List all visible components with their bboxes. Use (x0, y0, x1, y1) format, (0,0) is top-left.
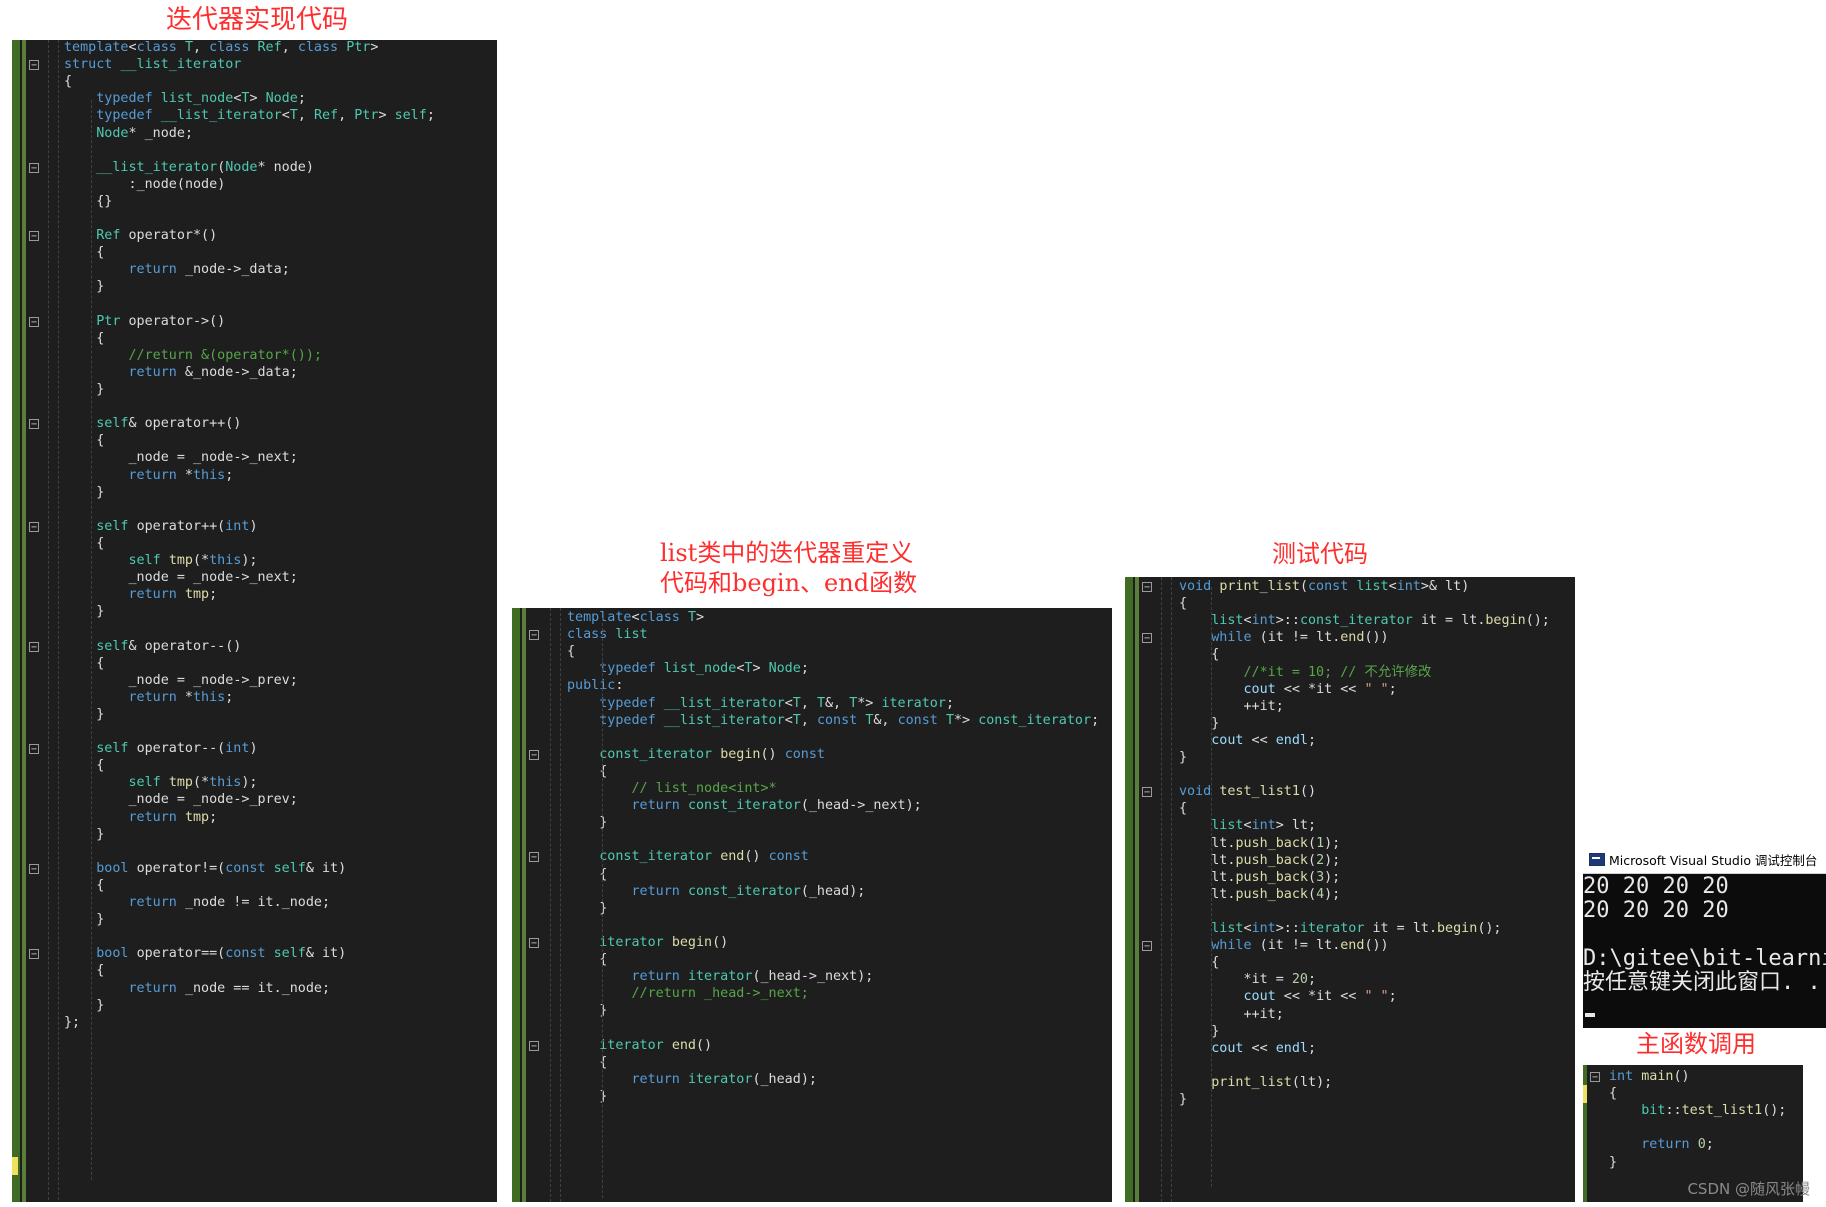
fold-toggle-icon[interactable]: − (29, 744, 39, 755)
code-panel-iterator: − − − − − − − − − − template<class T, class Ref, … (12, 40, 497, 1202)
fold-toggle-icon[interactable]: − (29, 316, 39, 327)
caption-list-iterator-redef: list类中的迭代器重定义 代码和begin、end函数 (660, 539, 918, 597)
indent-guide (58, 40, 59, 1200)
code-line[interactable]: } (64, 910, 104, 930)
code-line[interactable]: Node* _node; (64, 124, 193, 144)
fold-toggle-icon[interactable]: − (529, 852, 539, 863)
fold-toggle-icon[interactable]: − (1142, 582, 1152, 593)
code-line[interactable]: return 0; (1609, 1135, 1714, 1155)
indent-guide (1171, 577, 1172, 1202)
code-line[interactable]: print_list(lt); (1179, 1073, 1332, 1093)
code-line[interactable]: bit::test_list1(); (1609, 1101, 1786, 1121)
fold-toggle-icon[interactable]: − (1590, 1072, 1600, 1083)
console-title: Microsoft Visual Studio 调试控制台 (1609, 853, 1818, 868)
code-line[interactable]: typedef __list_iterator<T, const T&, con… (567, 711, 1099, 731)
fold-toggle-icon[interactable]: − (529, 937, 539, 948)
code-line[interactable]: } (64, 380, 104, 400)
code-line[interactable]: } (64, 277, 104, 297)
change-margin-secondary (522, 608, 526, 1202)
code-area[interactable]: template<class T> class list{ typedef lis… (567, 608, 1112, 1202)
caption-iterator-impl: 迭代器实现代码 (166, 5, 349, 35)
fold-toggle-icon[interactable]: − (29, 521, 39, 532)
code-line[interactable]: } (1609, 1153, 1617, 1173)
code-line[interactable]: return const_iterator(_head); (567, 882, 866, 902)
fold-toggle-icon[interactable]: − (529, 1040, 539, 1051)
code-line[interactable]: void test_list1() (1179, 782, 1316, 802)
fold-toggle-icon[interactable]: − (1142, 787, 1152, 798)
indent-guide (91, 100, 92, 1180)
fold-column[interactable]: − − − − − − − − − − (28, 40, 46, 1202)
code-line[interactable]: int main() (1609, 1067, 1690, 1087)
change-margin (512, 608, 520, 1202)
code-panel-list: − − − − − template<class T> class list{ typed… (512, 608, 1112, 1202)
code-line[interactable]: } (64, 825, 104, 845)
console-output: 20 20 20 20 20 20 20 20 D:\gitee\bit-lea… (1583, 874, 1826, 995)
code-panel-test: − − − − void print_list(const list<int>& lt… (1125, 577, 1575, 1202)
fold-toggle-icon[interactable]: − (29, 863, 39, 874)
code-line[interactable]: }; (64, 1013, 80, 1033)
watermark: CSDN @随风张幔 (1687, 1180, 1810, 1198)
fold-column[interactable]: − − − − − (528, 608, 546, 1202)
code-line[interactable]: lt.push_back(4); (1179, 885, 1340, 905)
console-app-icon (1589, 853, 1605, 866)
console-cursor (1585, 1013, 1595, 1017)
fold-toggle-icon[interactable]: − (529, 749, 539, 760)
code-line[interactable]: struct __list_iterator (64, 55, 241, 75)
edit-marker (12, 1157, 18, 1175)
fold-column[interactable]: − − − − (1141, 577, 1159, 1202)
indent-guide (560, 608, 561, 1202)
indent-guide (1211, 587, 1212, 1187)
change-margin-secondary (1135, 577, 1139, 1202)
edit-marker (1583, 1085, 1587, 1103)
fold-toggle-icon[interactable]: − (29, 949, 39, 960)
fold-toggle-icon[interactable]: − (29, 231, 39, 242)
code-line[interactable]: bool operator!=(const self& it) (64, 859, 346, 879)
indent-guide (550, 608, 551, 1202)
change-margin (12, 40, 20, 1202)
console-titlebar[interactable]: Microsoft Visual Studio 调试控制台 (1583, 845, 1826, 874)
code-area[interactable]: template<class T, class Ref, class Ptr> s… (64, 40, 497, 1202)
code-line[interactable]: void print_list(const list<int>& lt) (1179, 577, 1469, 597)
caption-main-call: 主函数调用 (1636, 1030, 1756, 1058)
fold-toggle-icon[interactable]: − (29, 419, 39, 430)
fold-toggle-icon[interactable]: − (29, 162, 39, 173)
change-margin-secondary (22, 40, 26, 1202)
fold-toggle-icon[interactable]: − (1142, 633, 1152, 644)
fold-column[interactable]: − (1589, 1065, 1607, 1202)
change-margin (1125, 577, 1133, 1202)
indent-guide (48, 40, 49, 1200)
fold-toggle-icon[interactable]: − (29, 641, 39, 652)
code-line[interactable]: class list (567, 625, 648, 645)
indent-guide (1161, 577, 1162, 1202)
debug-console-window[interactable]: Microsoft Visual Studio 调试控制台 20 20 20 2… (1583, 845, 1826, 1028)
fold-toggle-icon[interactable]: − (529, 630, 539, 641)
code-line[interactable]: cout << endl; (1179, 731, 1316, 751)
code-line[interactable]: } (64, 705, 104, 725)
code-line[interactable]: {} (64, 192, 112, 212)
code-line[interactable]: return const_iterator(_head->_next); (567, 796, 922, 816)
code-area[interactable]: void print_list(const list<int>& lt){ li… (1179, 577, 1575, 1202)
indent-guide (602, 618, 603, 1198)
code-line[interactable]: bool operator==(const self& it) (64, 944, 346, 964)
code-line[interactable]: cout << endl; (1179, 1039, 1316, 1059)
fold-toggle-icon[interactable]: − (29, 60, 39, 71)
fold-toggle-icon[interactable]: − (1142, 941, 1152, 952)
caption-test-code: 测试代码 (1272, 540, 1368, 568)
code-line[interactable]: } (1179, 1090, 1187, 1110)
code-line[interactable]: } (64, 602, 104, 622)
code-line[interactable]: } (64, 483, 104, 503)
code-line[interactable]: } (1179, 748, 1187, 768)
